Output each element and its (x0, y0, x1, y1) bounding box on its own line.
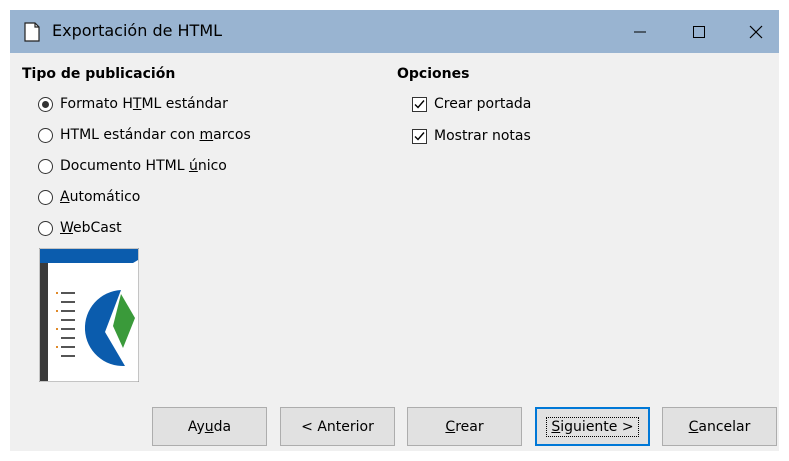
minimize-icon (634, 26, 646, 38)
checkbox-label: Mostrar notas (434, 128, 531, 144)
button-label: Crear (445, 418, 484, 435)
minimize-button[interactable] (617, 10, 663, 53)
radio-standard-html[interactable]: Formato HTML estándar (38, 94, 228, 114)
checkbox[interactable] (412, 128, 427, 144)
checkbox-label: Crear portada (434, 96, 532, 112)
button-label: Siguiente > (546, 416, 639, 437)
document-icon (24, 22, 40, 42)
radio-button[interactable] (38, 127, 53, 143)
radio-button[interactable] (38, 96, 53, 112)
button-label: Ayuda (187, 418, 232, 435)
radio-button[interactable] (38, 158, 53, 174)
radio-single-html[interactable]: Documento HTML único (38, 156, 227, 176)
button-label: Cancelar (688, 418, 751, 435)
radio-label: Documento HTML único (60, 158, 227, 174)
publication-preview-image (38, 247, 140, 383)
cancel-button[interactable]: Cancelar (662, 407, 777, 446)
checkbox-show-notes[interactable]: Mostrar notas (412, 126, 531, 146)
checkmark-icon (414, 99, 425, 109)
next-button[interactable]: Siguiente > (535, 407, 650, 446)
close-icon (749, 25, 763, 39)
publication-type-heading: Tipo de publicación (22, 66, 176, 82)
export-html-dialog: Exportación de HTML Tipo de publicación … (10, 10, 779, 451)
help-button[interactable]: Ayuda (152, 407, 267, 446)
radio-webcast[interactable]: WebCast (38, 218, 122, 238)
radio-automatic[interactable]: Automático (38, 187, 140, 207)
checkmark-icon (414, 131, 425, 141)
maximize-button[interactable] (676, 10, 722, 53)
create-button[interactable]: Crear (407, 407, 522, 446)
radio-button[interactable] (38, 220, 53, 236)
radio-html-frames[interactable]: HTML estándar con marcos (38, 125, 251, 145)
radio-label: Formato HTML estándar (60, 96, 228, 112)
close-button[interactable] (733, 10, 779, 53)
title-bar[interactable]: Exportación de HTML (10, 10, 779, 53)
button-label: < Anterior (301, 418, 374, 435)
options-heading: Opciones (397, 66, 470, 82)
window-title: Exportación de HTML (52, 21, 223, 40)
radio-button[interactable] (38, 189, 53, 205)
radio-label: HTML estándar con marcos (60, 127, 251, 143)
maximize-icon (693, 25, 705, 38)
checkbox[interactable] (412, 96, 427, 112)
radio-label: Automático (60, 189, 141, 205)
back-button[interactable]: < Anterior (280, 407, 395, 446)
checkbox-create-title-page[interactable]: Crear portada (412, 94, 531, 114)
radio-label: WebCast (60, 220, 122, 236)
